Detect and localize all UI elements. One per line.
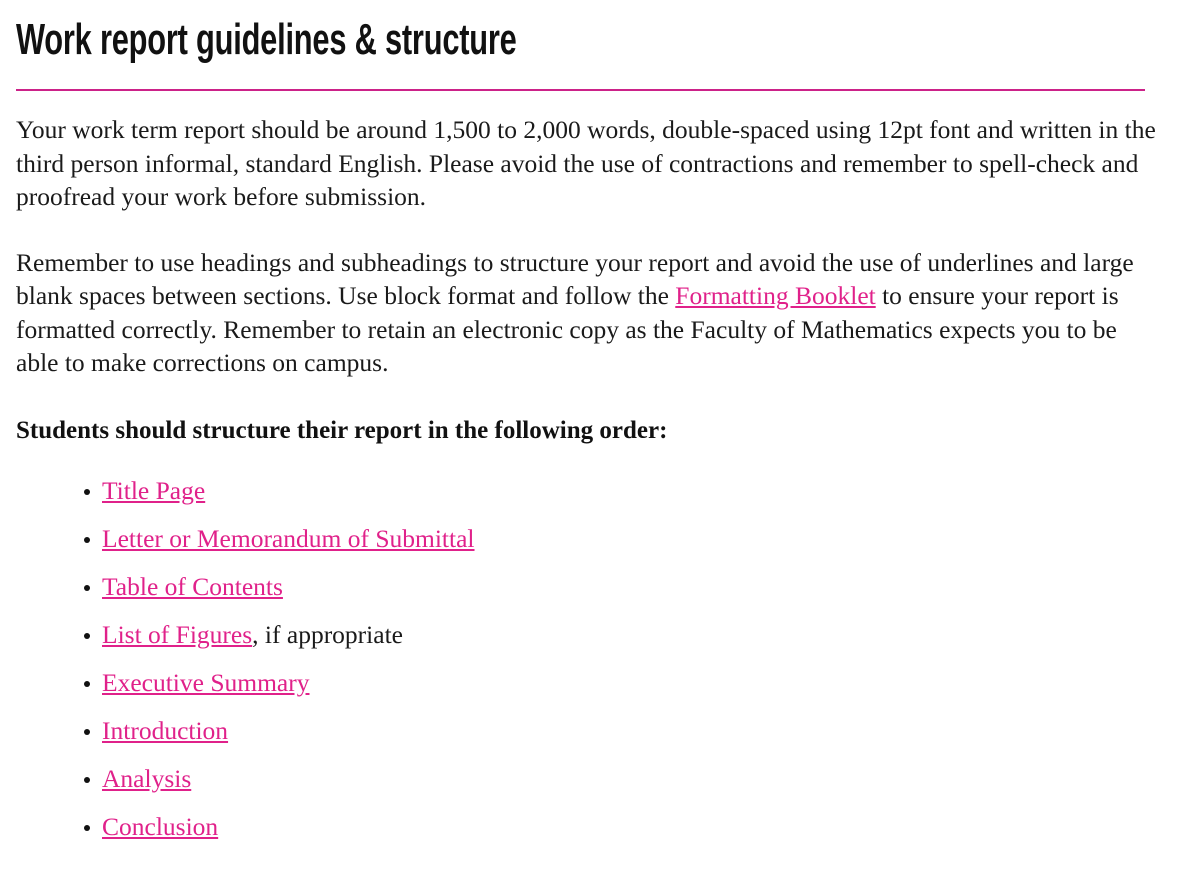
list-item: Conclusion	[16, 812, 1187, 860]
list-item-link-introduction[interactable]: Introduction	[102, 716, 228, 745]
intro-paragraph: Your work term report should be around 1…	[16, 115, 1156, 212]
list-item-link-list-of-figures[interactable]: List of Figures	[102, 620, 252, 649]
formatting-booklet-link[interactable]: Formatting Booklet	[675, 281, 875, 310]
list-item: Table of Contents	[16, 572, 1187, 620]
list-item: Letter or Memorandum of Submittal	[16, 524, 1187, 572]
list-item: List of Figures, if appropriate	[16, 620, 1187, 668]
list-item-link-table-of-contents[interactable]: Table of Contents	[102, 572, 283, 601]
list-item-link-analysis[interactable]: Analysis	[102, 764, 191, 793]
list-item: Analysis	[16, 764, 1187, 812]
document-page: Work report guidelines & structure Your …	[0, 0, 1203, 860]
list-item: Title Page	[16, 476, 1187, 524]
list-item-link-letter-or-memorandum-of-submittal[interactable]: Letter or Memorandum of Submittal	[102, 524, 475, 553]
list-item: Executive Summary	[16, 668, 1187, 716]
page-title: Work report guidelines & structure	[16, 15, 517, 64]
list-item: Introduction	[16, 716, 1187, 764]
formatting-paragraph: Remember to use headings and subheadings…	[16, 214, 1148, 380]
report-section-list: Title Page Letter or Memorandum of Submi…	[16, 446, 1187, 860]
report-order-lead-in: Students should structure their report i…	[16, 416, 668, 444]
list-item-link-title-page[interactable]: Title Page	[102, 476, 205, 505]
list-item-link-executive-summary[interactable]: Executive Summary	[102, 668, 310, 697]
list-item-tail: , if appropriate	[252, 619, 403, 649]
list-item-link-conclusion[interactable]: Conclusion	[102, 812, 218, 841]
